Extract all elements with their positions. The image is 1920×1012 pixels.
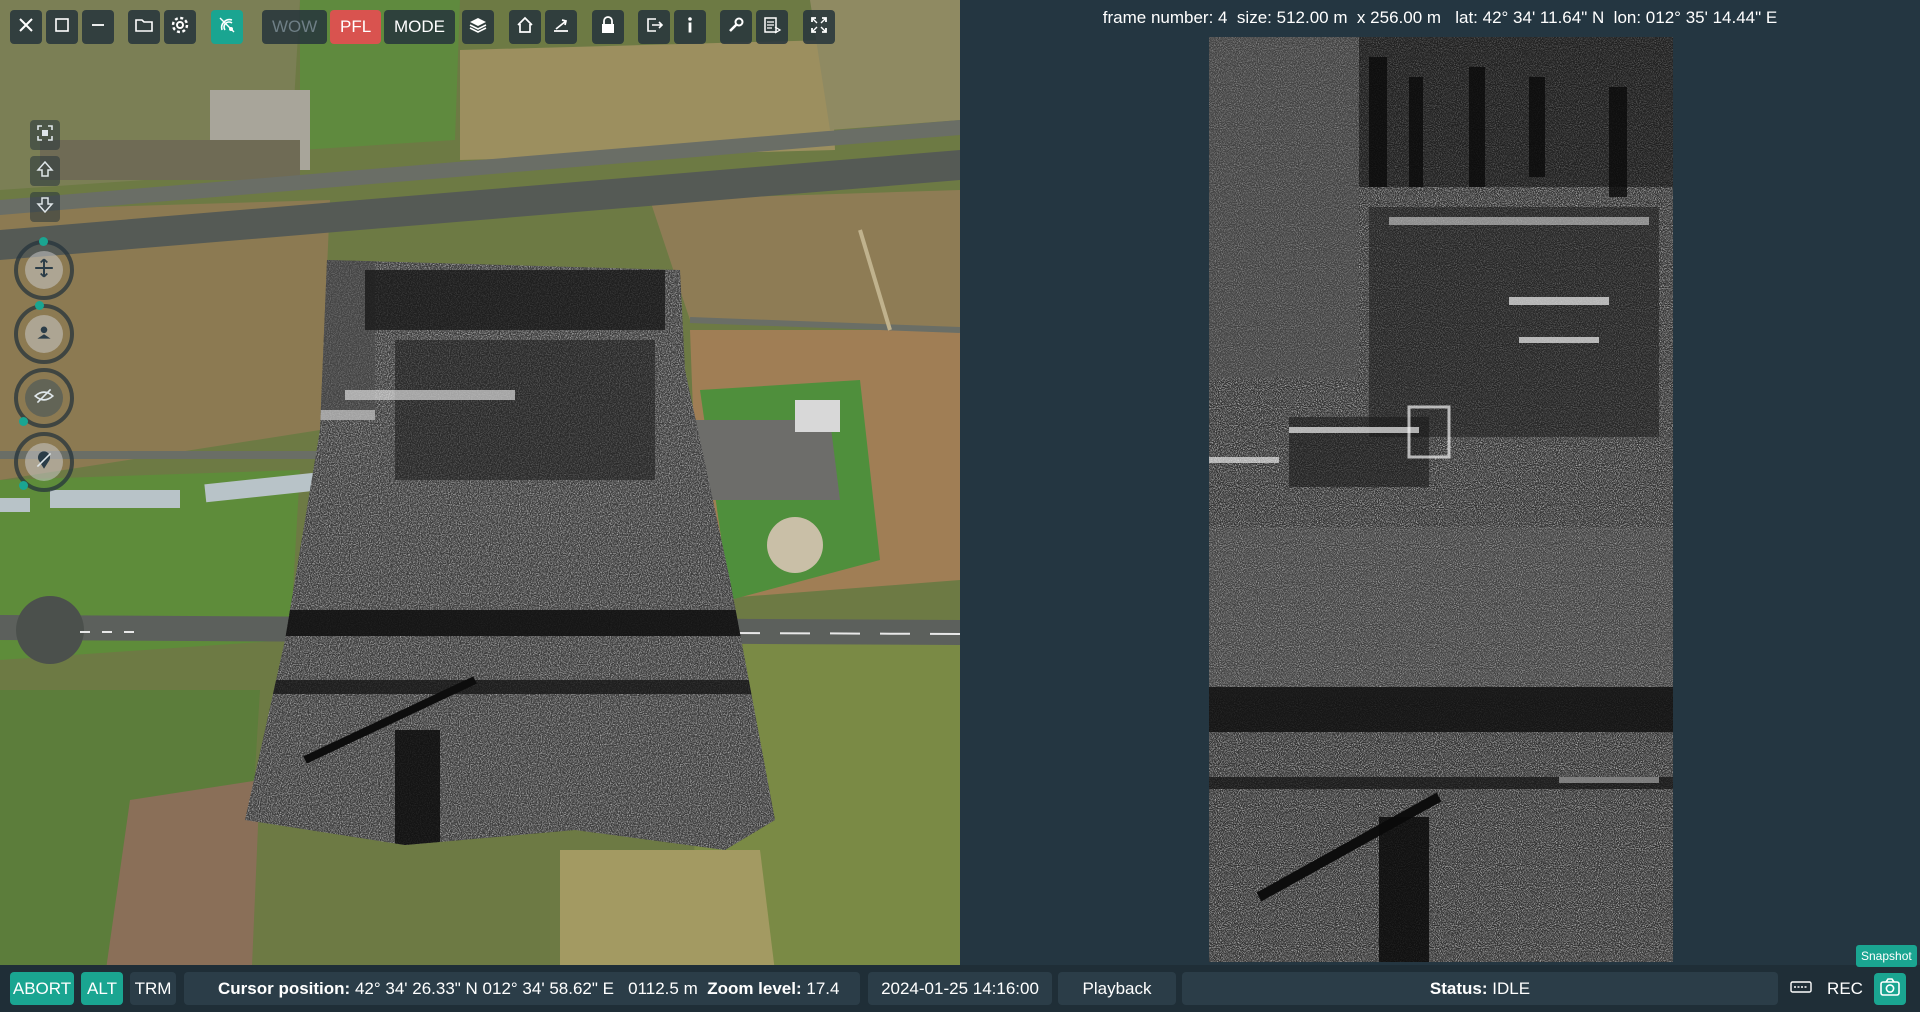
altitude-down-button[interactable] bbox=[30, 192, 60, 222]
exit-button[interactable] bbox=[638, 10, 670, 44]
dial-knob[interactable] bbox=[39, 237, 48, 246]
close-icon bbox=[16, 15, 36, 40]
satellite-link-icon bbox=[217, 15, 237, 40]
camera-icon bbox=[1879, 976, 1901, 1003]
info-icon bbox=[680, 15, 700, 40]
alt-button[interactable]: ALT bbox=[81, 972, 123, 1005]
datetime-display: 2024-01-25 14:16:00 bbox=[868, 972, 1052, 1005]
keyboard-button[interactable] bbox=[1786, 972, 1816, 1005]
maximize-button[interactable] bbox=[46, 10, 78, 44]
move-drone-icon bbox=[33, 257, 55, 284]
sar-frame-image[interactable] bbox=[1209, 37, 1673, 962]
wow-button[interactable]: WOW bbox=[262, 10, 328, 44]
fit-view-icon bbox=[35, 123, 55, 148]
report-button[interactable] bbox=[756, 10, 788, 44]
settings-button[interactable] bbox=[164, 10, 196, 44]
arrow-down-icon bbox=[35, 195, 55, 220]
altitude-up-button[interactable] bbox=[30, 156, 60, 186]
app-window: WOW PFL MODE frame number: 4 size: 512.0… bbox=[0, 0, 1920, 1012]
home-icon bbox=[515, 15, 535, 40]
report-icon bbox=[762, 15, 782, 40]
fullscreen-icon bbox=[809, 15, 829, 40]
abort-button[interactable]: ABORT bbox=[10, 972, 74, 1005]
fit-view-button[interactable] bbox=[30, 120, 60, 150]
cursor-position-label: Cursor position: bbox=[218, 978, 351, 998]
cursor-position-panel: Cursor position: 42° 34' 26.33" N 012° 3… bbox=[184, 972, 860, 1005]
visibility-off-icon bbox=[33, 385, 55, 412]
bottom-status-bar: ABORT ALT TRM Cursor position: 42° 34' 2… bbox=[0, 965, 1920, 1012]
status-value: IDLE bbox=[1487, 978, 1531, 998]
close-button[interactable] bbox=[10, 10, 42, 44]
minimize-button[interactable] bbox=[82, 10, 114, 44]
wrench-icon bbox=[726, 15, 746, 40]
folder-icon bbox=[134, 15, 154, 40]
map-view[interactable]: WOW PFL MODE bbox=[0, 0, 960, 1012]
home-button[interactable] bbox=[509, 10, 541, 44]
open-file-button[interactable] bbox=[128, 10, 160, 44]
gear-icon bbox=[170, 15, 190, 40]
sar-frame-panel: frame number: 4 size: 512.00 m x 256.00 … bbox=[960, 0, 1920, 965]
link-status-button[interactable] bbox=[211, 10, 243, 44]
layers-button[interactable] bbox=[462, 10, 494, 44]
zoom-level-value: 17.4 bbox=[801, 978, 840, 998]
arrow-up-icon bbox=[35, 159, 55, 184]
lock-icon bbox=[598, 15, 618, 40]
layers-icon bbox=[468, 15, 488, 40]
dial-knob[interactable] bbox=[35, 301, 44, 310]
aircraft-icon bbox=[551, 15, 571, 40]
trm-button[interactable]: TRM bbox=[130, 972, 176, 1005]
status-label: Status: bbox=[1429, 978, 1488, 998]
window-minimize-icon bbox=[88, 15, 108, 40]
frame-info-text: frame number: 4 size: 512.00 m x 256.00 … bbox=[1102, 8, 1778, 27]
tools-button[interactable] bbox=[720, 10, 752, 44]
snapshot-button[interactable] bbox=[1874, 973, 1906, 1005]
status-panel: Status: IDLE bbox=[1182, 972, 1778, 1005]
visibility-dial[interactable] bbox=[14, 368, 74, 428]
lock-button[interactable] bbox=[592, 10, 624, 44]
keyboard-icon bbox=[1790, 979, 1812, 999]
map-pin-icon bbox=[33, 449, 55, 476]
window-maximize-icon bbox=[52, 15, 72, 40]
dial-knob[interactable] bbox=[19, 417, 28, 426]
map-pin-dial[interactable] bbox=[14, 432, 74, 492]
mode-button[interactable]: MODE bbox=[384, 10, 455, 44]
snapshot-tooltip: Snapshot bbox=[1856, 945, 1917, 967]
move-drone-dial[interactable] bbox=[14, 237, 74, 300]
playback-button[interactable]: Playback bbox=[1058, 972, 1176, 1005]
exit-icon bbox=[644, 15, 664, 40]
rec-button[interactable]: REC bbox=[1822, 972, 1868, 1005]
cursor-position-value: 42° 34' 26.33" N 012° 34' 58.62" E 0112.… bbox=[350, 978, 708, 998]
target-location-dial[interactable] bbox=[14, 301, 74, 364]
dial-knob[interactable] bbox=[19, 481, 28, 490]
target-location-icon bbox=[33, 321, 55, 348]
zoom-level-label: Zoom level: bbox=[707, 978, 802, 998]
sar-overlay-on-map bbox=[245, 260, 775, 850]
pfl-button[interactable]: PFL bbox=[330, 10, 382, 44]
fullscreen-button[interactable] bbox=[803, 10, 835, 44]
aircraft-button[interactable] bbox=[545, 10, 577, 44]
info-button[interactable] bbox=[674, 10, 706, 44]
